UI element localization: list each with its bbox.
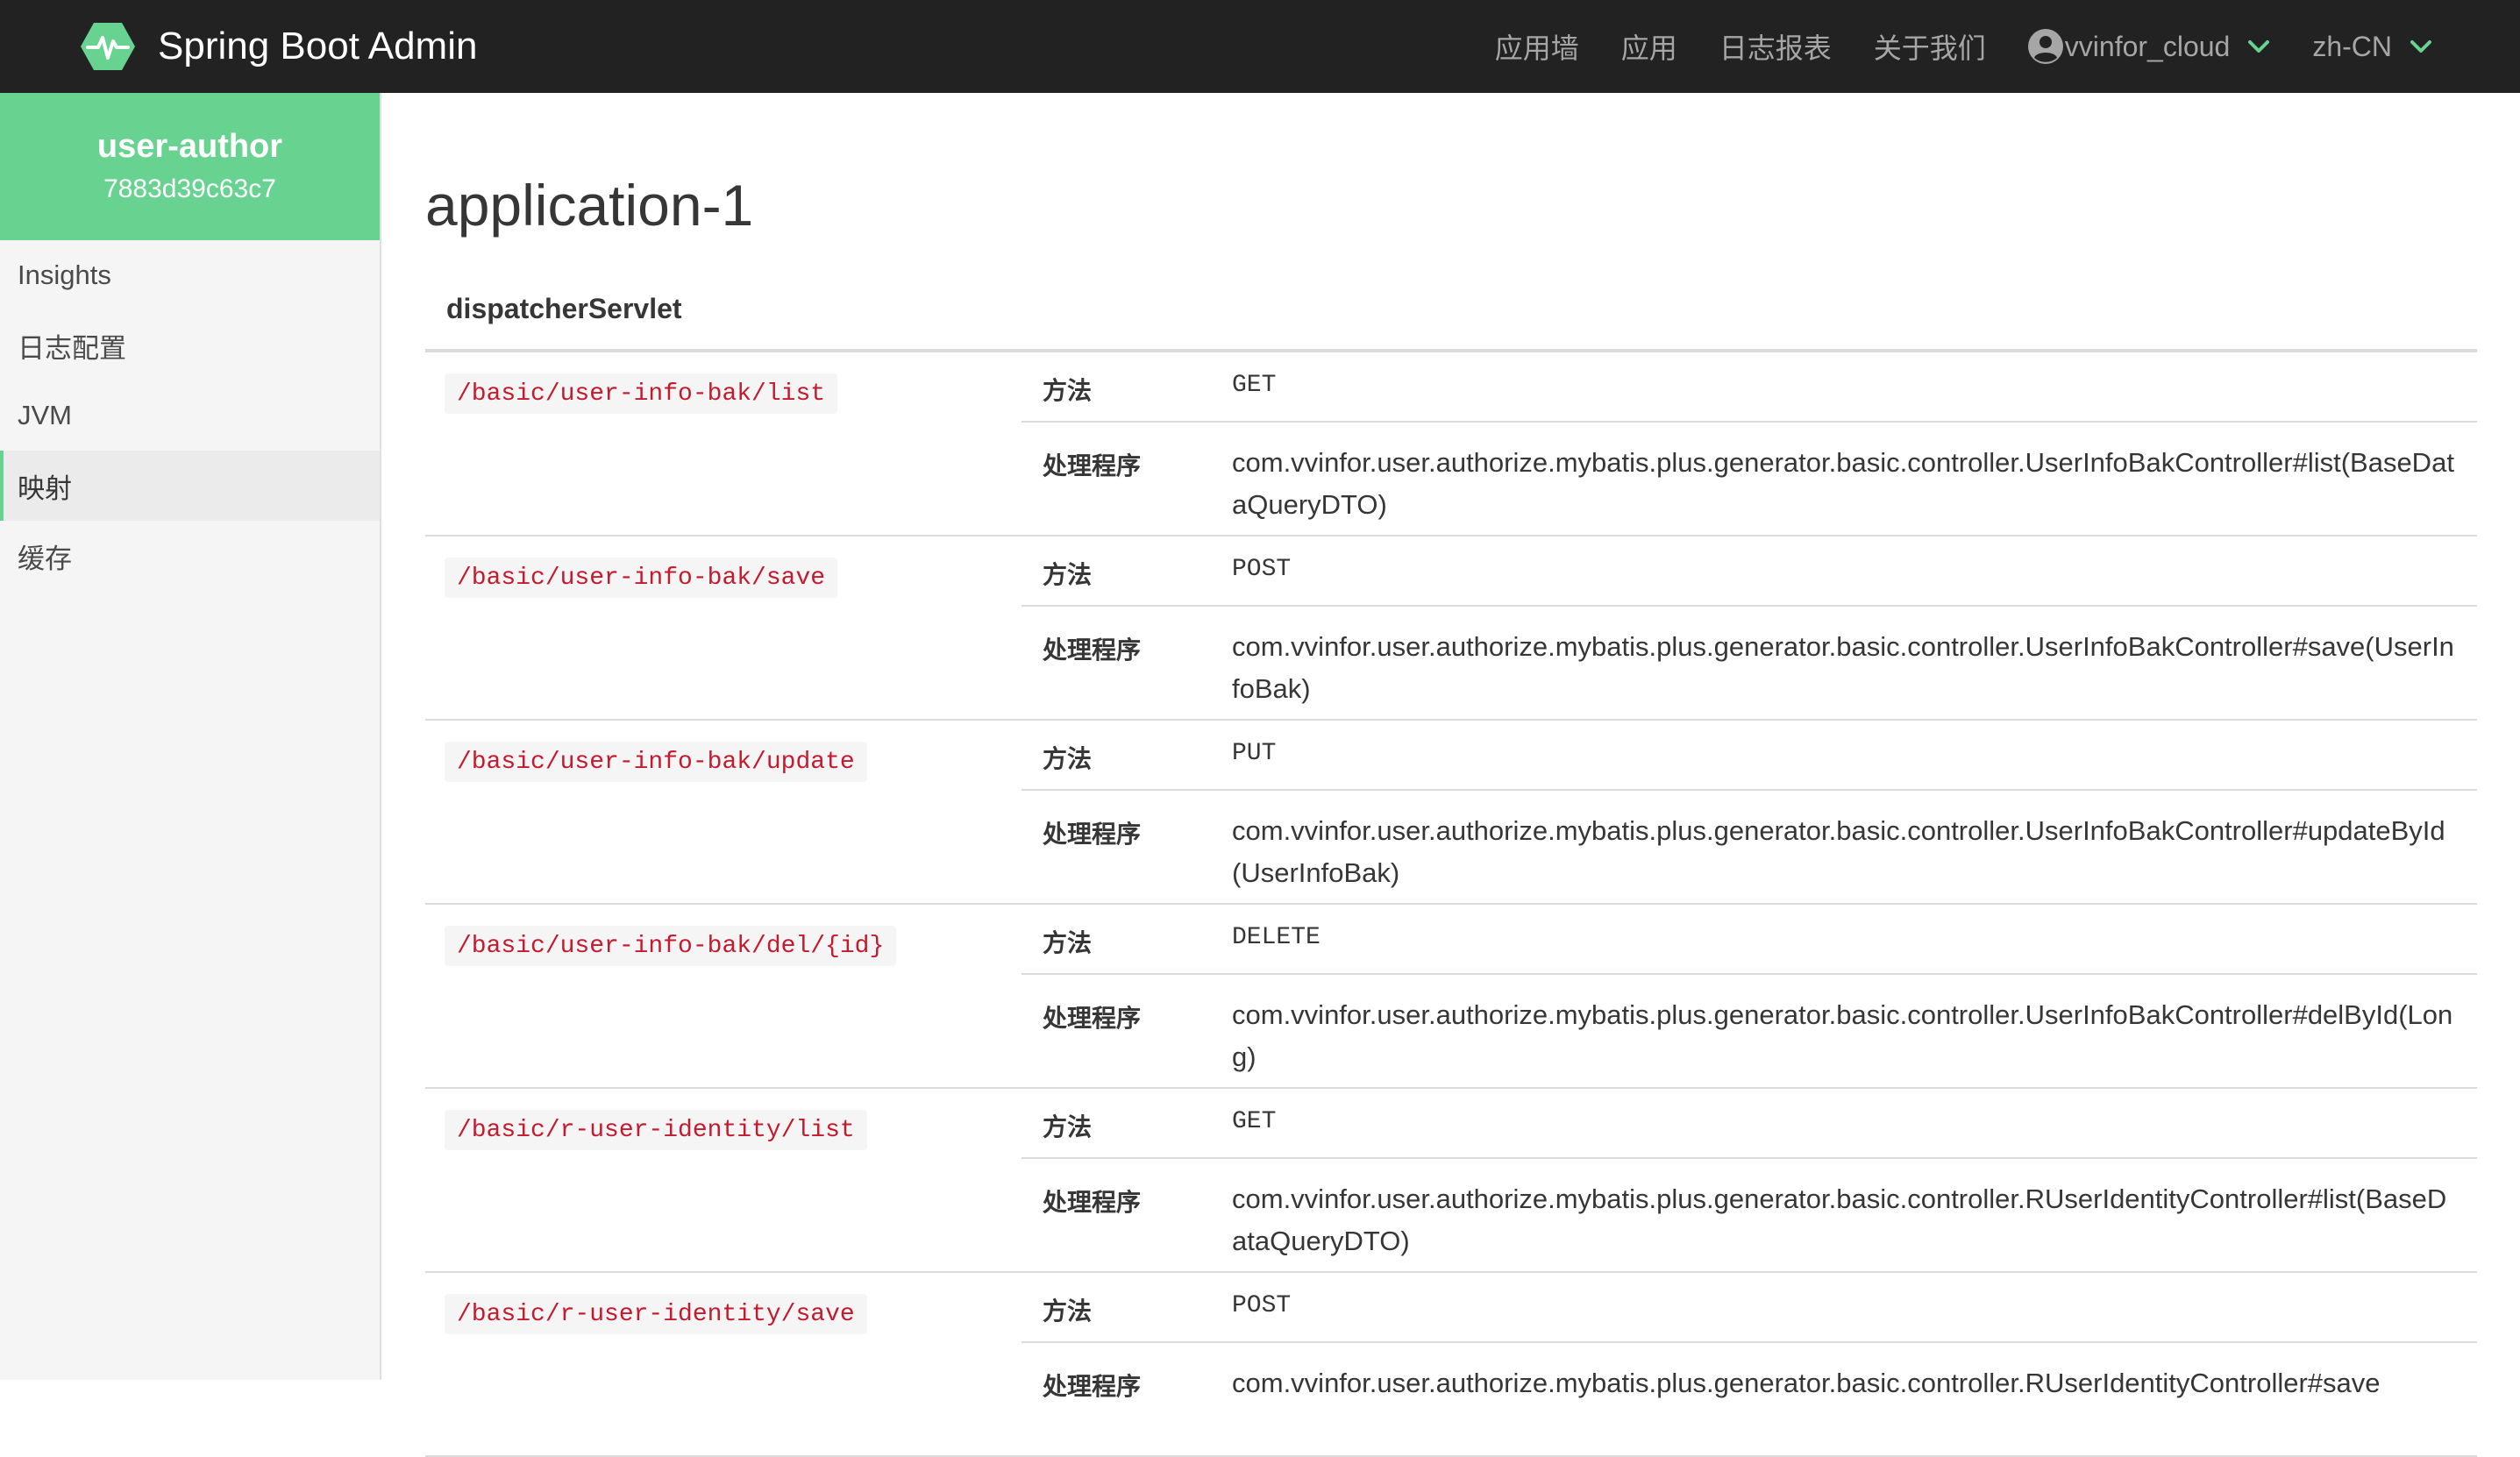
handler-cell: 处理程序 com.vvinfor.user.authorize.mybatis.…	[1022, 423, 2477, 535]
method-value: GET	[1232, 372, 1277, 399]
handler-value: com.vvinfor.user.authorize.mybatis.plus.…	[1232, 1368, 2381, 1398]
sidebar-item-logging[interactable]: 日志配置	[0, 310, 380, 380]
handler-label: 处理程序	[1043, 821, 1142, 848]
top-navbar: Spring Boot Admin 应用墙 应用 日志报表 关于我们 vvinf…	[0, 0, 2520, 93]
user-name: vvinfor_cloud	[2064, 30, 2231, 62]
sidebar-item-caches[interactable]: 缓存	[0, 521, 380, 591]
sidebar-item-jvm[interactable]: JVM	[0, 380, 380, 451]
method-label: 方法	[1043, 1113, 1093, 1141]
method-value: PUT	[1232, 740, 1277, 767]
heartbeat-logo-icon	[81, 23, 135, 70]
method-label: 方法	[1043, 561, 1093, 588]
mapping-row: /basic/r-user-identity/list 方法 GET 处理程序 …	[425, 1089, 2477, 1273]
method-cell: 方法 POST	[1022, 537, 2477, 607]
nav-item-journal[interactable]: 日志报表	[1719, 26, 1832, 67]
method-cell: 方法 GET	[1022, 1089, 2477, 1159]
method-value: POST	[1232, 1292, 1292, 1319]
handler-cell: 处理程序 com.vvinfor.user.authorize.mybatis.…	[1022, 791, 2477, 903]
nav-item-about[interactable]: 关于我们	[1874, 26, 1986, 67]
handler-cell: 处理程序 com.vvinfor.user.authorize.mybatis.…	[1022, 607, 2477, 719]
mapping-row: /basic/user-info-bak/del/{id} 方法 DELETE …	[425, 905, 2477, 1089]
handler-cell: 处理程序 com.vvinfor.user.authorize.mybatis.…	[1022, 1343, 2477, 1455]
instance-app-name: user-author	[96, 128, 283, 165]
sidebar: user-author 7883d39c63c7 Insights 日志配置 J…	[0, 93, 381, 1380]
handler-value: com.vvinfor.user.authorize.mybatis.plus.…	[1232, 447, 2454, 520]
method-cell: 方法 DELETE	[1022, 905, 2477, 975]
method-value: POST	[1232, 556, 1292, 583]
mapping-row: /basic/user-info-bak/save 方法 POST 处理程序 c…	[425, 537, 2477, 721]
handler-cell: 处理程序 com.vvinfor.user.authorize.mybatis.…	[1022, 1159, 2477, 1271]
handler-value: com.vvinfor.user.authorize.mybatis.plus.…	[1232, 631, 2454, 704]
sidebar-item-mappings[interactable]: 映射	[0, 451, 380, 521]
instance-id: 7883d39c63c7	[103, 174, 276, 203]
mapping-path: /basic/user-info-bak/del/{id}	[445, 926, 897, 966]
handler-label: 处理程序	[1043, 452, 1142, 480]
nav-menu: 应用墙 应用 日志报表 关于我们 vvinfor_cloud zh-CN	[1495, 0, 2432, 93]
section-title: dispatcherServlet	[446, 293, 682, 324]
mappings-table: /basic/user-info-bak/list 方法 GET 处理程序 co…	[425, 352, 2477, 1457]
nav-item-applications[interactable]: 应用	[1621, 26, 1677, 67]
mapping-path: /basic/user-info-bak/save	[445, 558, 838, 598]
brand-title: Spring Boot Admin	[158, 25, 478, 68]
language-menu[interactable]: zh-CN	[2312, 31, 2432, 63]
page-title: application-1	[425, 173, 754, 238]
mapping-path: /basic/r-user-identity/save	[445, 1294, 867, 1334]
mapping-row: /basic/user-info-bak/update 方法 PUT 处理程序 …	[425, 721, 2477, 905]
user-menu[interactable]: vvinfor_cloud	[2027, 29, 2271, 64]
sidebar-menu: Insights 日志配置 JVM 映射 缓存	[0, 240, 380, 591]
method-value: DELETE	[1232, 924, 1321, 951]
handler-label: 处理程序	[1043, 1373, 1142, 1400]
method-cell: 方法 PUT	[1022, 721, 2477, 791]
method-label: 方法	[1043, 929, 1093, 956]
handler-value: com.vvinfor.user.authorize.mybatis.plus.…	[1232, 999, 2453, 1072]
method-value: GET	[1232, 1108, 1277, 1135]
chevron-down-icon	[2410, 40, 2431, 53]
user-circle-icon	[2027, 29, 2063, 64]
sidebar-item-insights[interactable]: Insights	[0, 240, 380, 310]
method-label: 方法	[1043, 377, 1093, 404]
handler-value: com.vvinfor.user.authorize.mybatis.plus.…	[1232, 1183, 2447, 1256]
handler-cell: 处理程序 com.vvinfor.user.authorize.mybatis.…	[1022, 975, 2477, 1087]
mapping-row: /basic/r-user-identity/save 方法 POST 处理程序…	[425, 1273, 2477, 1457]
handler-label: 处理程序	[1043, 636, 1142, 664]
mapping-path: /basic/user-info-bak/list	[445, 373, 838, 414]
brand[interactable]: Spring Boot Admin	[81, 19, 477, 74]
handler-label: 处理程序	[1043, 1189, 1142, 1216]
method-label: 方法	[1043, 1297, 1093, 1325]
language-label: zh-CN	[2312, 30, 2392, 62]
mapping-row: /basic/user-info-bak/list 方法 GET 处理程序 co…	[425, 352, 2477, 537]
mapping-path: /basic/r-user-identity/list	[445, 1110, 867, 1150]
method-label: 方法	[1043, 745, 1093, 772]
handler-label: 处理程序	[1043, 1005, 1142, 1032]
chevron-down-icon	[2248, 40, 2270, 53]
method-cell: 方法 POST	[1022, 1273, 2477, 1343]
method-cell: 方法 GET	[1022, 352, 2477, 423]
handler-value: com.vvinfor.user.authorize.mybatis.plus.…	[1232, 815, 2445, 888]
instance-header: user-author 7883d39c63c7	[0, 93, 380, 240]
nav-item-wallboard[interactable]: 应用墙	[1495, 26, 1579, 67]
mapping-path: /basic/user-info-bak/update	[445, 742, 867, 782]
